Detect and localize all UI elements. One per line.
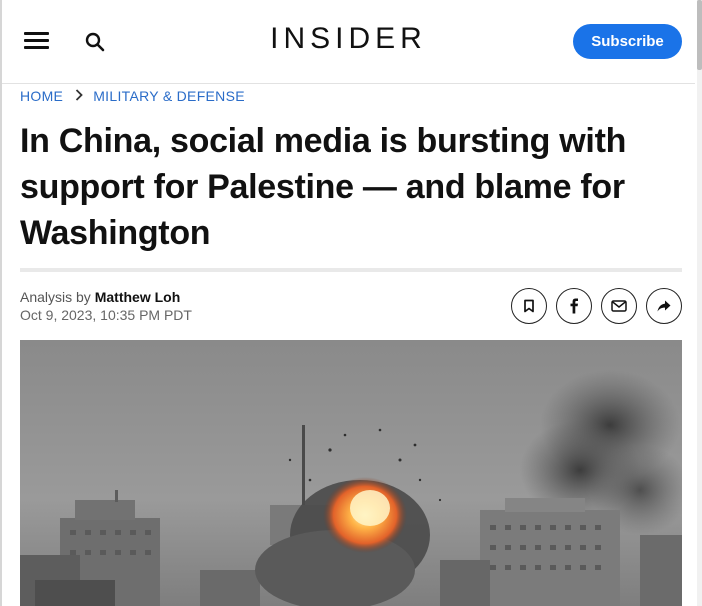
author-link[interactable]: Matthew Loh: [95, 289, 181, 305]
scrollbar[interactable]: [697, 0, 702, 606]
publish-date: Oct 9, 2023, 10:35 PM PDT: [20, 307, 192, 323]
share-arrow-icon[interactable]: [646, 288, 682, 324]
hero-image: [20, 340, 682, 606]
facebook-icon[interactable]: [556, 288, 592, 324]
email-icon[interactable]: [601, 288, 637, 324]
byline: Analysis by Matthew Loh: [20, 289, 180, 305]
breadcrumb-home-link[interactable]: HOME: [20, 88, 63, 104]
breadcrumb: HOME MILITARY & DEFENSE: [20, 88, 245, 104]
scrollbar-thumb[interactable]: [697, 0, 702, 70]
title-divider: [20, 268, 682, 272]
window-edge: [0, 0, 2, 606]
article-title: In China, social media is bursting with …: [20, 122, 627, 252]
chevron-right-icon: [75, 88, 83, 104]
breadcrumb-section-link[interactable]: MILITARY & DEFENSE: [93, 88, 245, 104]
byline-prefix: Analysis by: [20, 289, 91, 305]
subscribe-button[interactable]: Subscribe: [573, 24, 682, 59]
bookmark-icon[interactable]: [511, 288, 547, 324]
site-header: INSIDER Subscribe: [2, 0, 695, 84]
